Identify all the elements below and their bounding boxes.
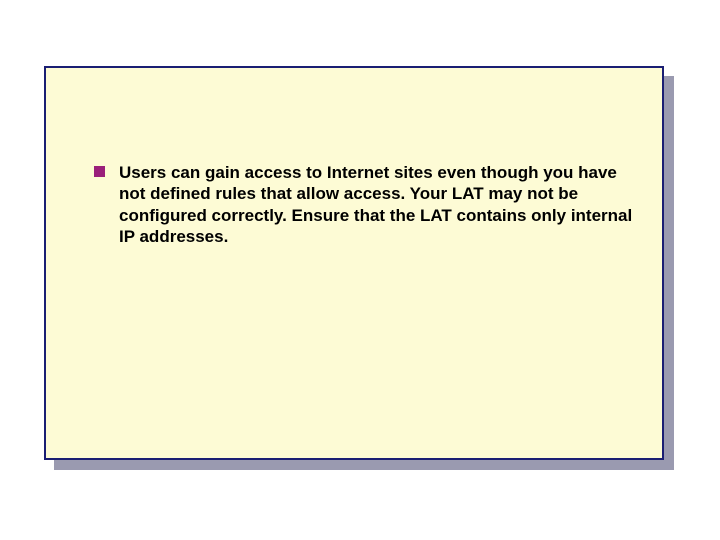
bullet-text: Users can gain access to Internet sites … xyxy=(119,162,634,247)
square-bullet-icon xyxy=(94,166,105,177)
slide-stage: Users can gain access to Internet sites … xyxy=(0,0,720,540)
list-item: Users can gain access to Internet sites … xyxy=(94,162,634,247)
content-panel: Users can gain access to Internet sites … xyxy=(44,66,664,460)
